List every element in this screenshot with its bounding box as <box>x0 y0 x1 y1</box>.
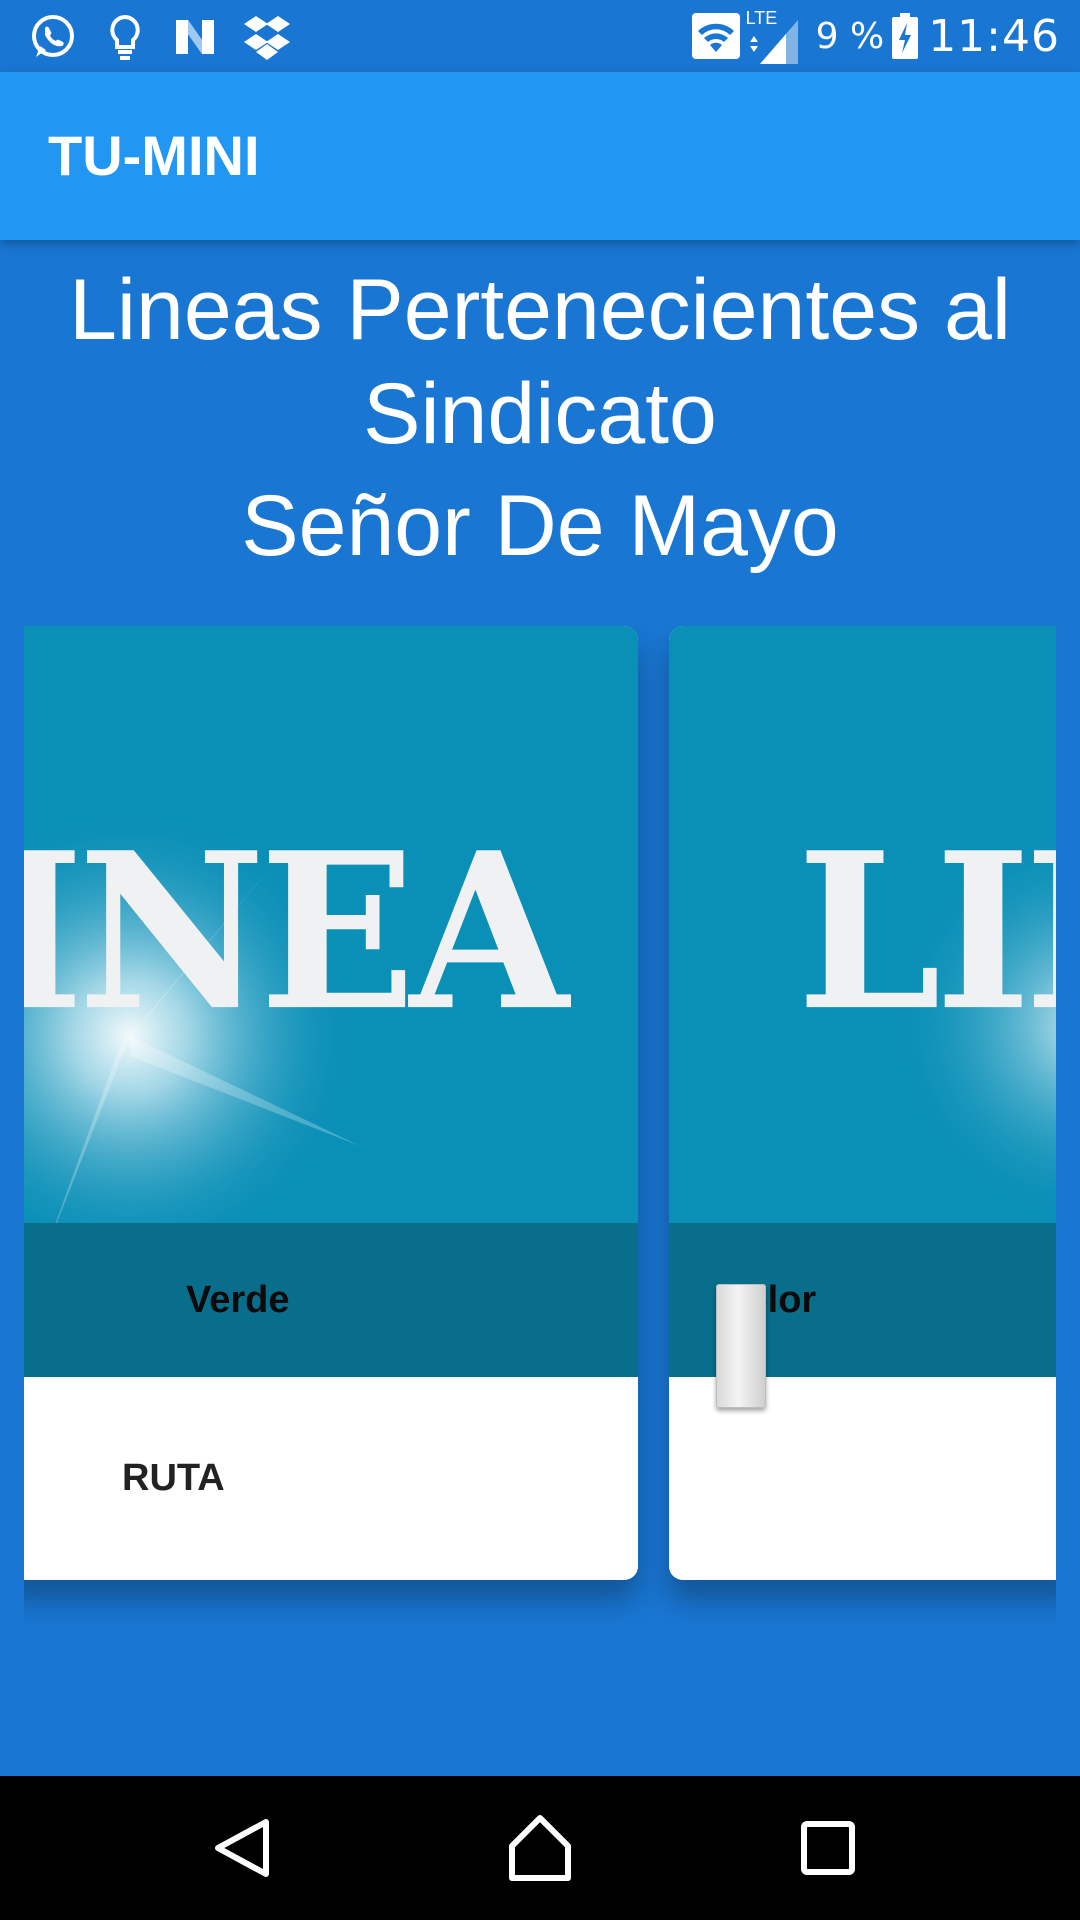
dropbox-icon <box>244 16 290 60</box>
line-color-label: Verde <box>186 1279 290 1321</box>
back-icon[interactable] <box>202 1808 282 1888</box>
line-card-image: LINEA 391 <box>24 626 638 1223</box>
page-heading: Lineas Pertenecientes al Sindicato Señor… <box>0 258 1080 578</box>
line-card[interactable]: LINEA Color <box>669 626 1056 1580</box>
line-card-image-text: LINEA <box>797 805 1056 1058</box>
cellular-signal-icon: LTE <box>746 6 802 66</box>
status-bar: LTE 9 % 11:46 <box>0 0 1080 72</box>
route-label[interactable]: RUTA <box>122 1377 225 1580</box>
line-card-image-text: LINEA 391 <box>24 805 638 1058</box>
lightbulb-icon <box>110 14 140 60</box>
home-icon[interactable] <box>500 1808 580 1888</box>
app-title: TU-MINI <box>48 124 260 187</box>
battery-icon <box>892 13 919 59</box>
line-card-image: LINEA <box>669 626 1056 1223</box>
line-card-bottom: RUTA <box>24 1377 638 1580</box>
lines-carousel[interactable]: LINEA 391 Verde RUTA LINEA <box>24 626 1056 1626</box>
color-swatch <box>716 1284 766 1408</box>
clock: 11:46 <box>928 10 1060 62</box>
heading-line-1: Lineas Pertenecientes al <box>69 262 1011 358</box>
n-app-icon <box>176 20 214 54</box>
app-bar: TU-MINI <box>0 72 1080 240</box>
heading-line-3: Señor De Mayo <box>241 478 839 574</box>
line-card[interactable]: LINEA 391 Verde RUTA <box>24 626 638 1580</box>
whatsapp-icon <box>32 15 74 57</box>
battery-percentage: 9 % <box>815 15 885 57</box>
status-right: LTE 9 % 11:46 <box>691 0 1060 72</box>
heading-line-2: Sindicato <box>363 366 717 462</box>
wifi-icon <box>691 13 740 59</box>
recents-icon[interactable] <box>788 1808 868 1888</box>
line-card-band: Verde <box>24 1223 638 1377</box>
navigation-bar <box>0 1776 1080 1920</box>
